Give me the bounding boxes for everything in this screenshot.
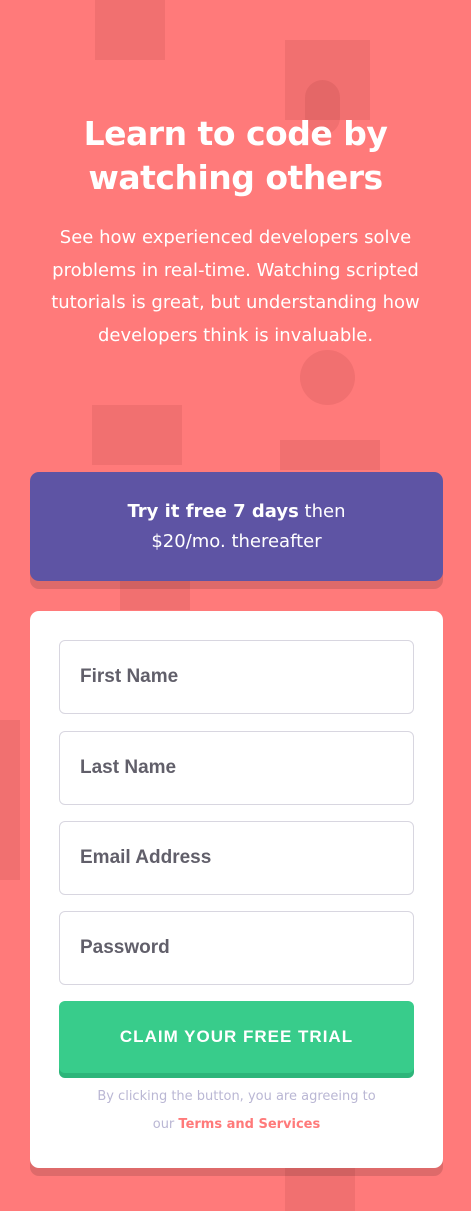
password-field-wrapper <box>59 911 414 985</box>
promo-price-text: $20/mo. thereafter <box>151 530 322 552</box>
page-title: Learn to code by watching others <box>83 114 388 197</box>
password-input[interactable] <box>60 912 413 984</box>
home-icon <box>95 0 165 60</box>
side-icon <box>0 720 20 880</box>
first-name-field-wrapper <box>59 640 414 714</box>
email-field-wrapper <box>59 821 414 895</box>
hero-section: Learn to code by watching others See how… <box>0 112 471 352</box>
last-name-field-wrapper <box>59 731 414 805</box>
email-input[interactable] <box>60 822 413 894</box>
promo-banner: Try it free 7 days then $20/mo. thereaft… <box>30 472 443 581</box>
signup-form: CLAIM YOUR FREE TRIAL By clicking the bu… <box>30 611 443 1168</box>
first-name-input[interactable] <box>60 641 413 713</box>
last-name-input[interactable] <box>60 732 413 804</box>
promo-bold-text: Try it free 7 days <box>127 500 299 522</box>
claim-trial-button[interactable]: CLAIM YOUR FREE TRIAL <box>59 1001 414 1073</box>
gear-icon <box>300 350 355 405</box>
promo-text: Try it free 7 days then $20/mo. thereaft… <box>128 497 346 557</box>
browser-icon <box>280 440 380 470</box>
terms-link[interactable]: Terms and Services <box>178 1117 320 1132</box>
terms-notice: By clicking the button, you are agreeing… <box>30 1083 443 1139</box>
terms-prefix: By clicking the button, you are agreeing… <box>97 1089 376 1104</box>
terms-our: our <box>152 1117 175 1132</box>
promo-then-text: then <box>298 500 346 522</box>
briefcase-icon <box>285 40 370 120</box>
hero-description: See how experienced developers solve pro… <box>51 227 420 346</box>
cart-icon <box>120 580 190 610</box>
home-bottom-icon <box>285 1165 355 1211</box>
edit-icon <box>92 405 182 465</box>
